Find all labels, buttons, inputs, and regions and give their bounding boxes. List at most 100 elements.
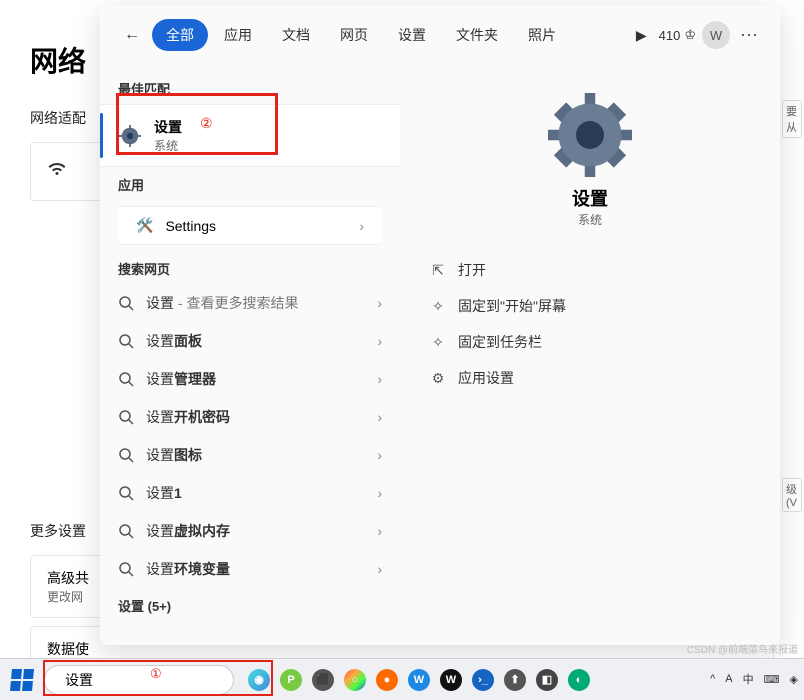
open-icon: ⇱ [430, 262, 446, 279]
search-icon [118, 409, 134, 425]
tab-docs[interactable]: 文档 [268, 19, 324, 51]
more-icon[interactable]: ⋯ [736, 25, 762, 46]
search-icon [118, 333, 134, 349]
action-label: 固定到任务栏 [458, 332, 542, 352]
action-label: 固定到"开始"屏幕 [458, 296, 566, 316]
action-app-settings[interactable]: ⚙应用设置 [420, 360, 760, 396]
play-icon[interactable]: ▶ [630, 23, 653, 48]
taskbar-search[interactable] [44, 665, 234, 695]
tab-settings[interactable]: 设置 [384, 19, 440, 51]
tab-photos[interactable]: 照片 [514, 19, 570, 51]
taskbar-app-icon[interactable]: ◧ [532, 665, 562, 695]
taskbar-app-icon[interactable]: P [276, 665, 306, 695]
app-name: Settings [165, 218, 216, 234]
web-item-text: 设置管理器 [146, 369, 216, 389]
fragment-text: 要从 [782, 100, 802, 138]
chevron-right-icon: › [377, 523, 382, 539]
tray-keyboard-icon[interactable]: ⌨ [764, 673, 780, 686]
action-open[interactable]: ⇱ 打开 [420, 252, 760, 288]
search-header: ← 全部 应用 文档 网页 设置 文件夹 照片 ▶ 410♔ W ⋯ [100, 5, 780, 65]
pin-icon: ✧ [430, 334, 446, 351]
action-pin-start[interactable]: ✧ 固定到"开始"屏幕 [420, 288, 760, 324]
best-match-item[interactable]: 设置 系统 [100, 104, 400, 167]
web-item-text: 设置虚拟内存 [146, 521, 230, 541]
detail-subtitle: 系统 [420, 211, 760, 228]
system-tray[interactable]: ^ A 中 ⌨ ◈ [710, 658, 798, 700]
start-search-popup: ← 全部 应用 文档 网页 设置 文件夹 照片 ▶ 410♔ W ⋯ 最佳匹配 … [100, 5, 780, 645]
chevron-right-icon: › [377, 371, 382, 387]
web-search-item[interactable]: 设置1 › [100, 474, 400, 512]
taskbar-app-icon[interactable]: ● [372, 665, 402, 695]
selection-indicator [100, 113, 103, 158]
tray-network-icon[interactable]: ◈ [790, 673, 798, 686]
points-value: 410 [659, 28, 681, 43]
search-icon [118, 561, 134, 577]
search-icon [118, 485, 134, 501]
tray-chevron-icon[interactable]: ^ [710, 673, 715, 685]
taskbar-app-icon[interactable]: W [436, 665, 466, 695]
search-input[interactable] [65, 672, 246, 688]
search-icon [118, 295, 134, 311]
search-results-left: 最佳匹配 设置 系统 应用 🛠️ Settings › 搜索网页 [100, 65, 400, 645]
tab-folders[interactable]: 文件夹 [442, 19, 512, 51]
tab-all[interactable]: 全部 [152, 19, 208, 51]
gear-icon-large [548, 93, 632, 177]
back-arrow-icon[interactable]: ← [118, 22, 146, 48]
web-item-text: 设置环境变量 [146, 559, 230, 579]
chevron-right-icon: › [359, 218, 364, 234]
taskbar-app-icon[interactable]: ◉ [244, 665, 274, 695]
fragment-text: 级(V [782, 478, 802, 512]
search-icon [118, 523, 134, 539]
tray-ime[interactable]: 中 [743, 671, 754, 687]
search-tabs: 全部 应用 文档 网页 设置 文件夹 照片 [152, 19, 624, 51]
tab-apps[interactable]: 应用 [210, 19, 266, 51]
taskbar-app-icon[interactable]: ◐ [564, 665, 594, 695]
web-item-text: 设置开机密码 [146, 407, 230, 427]
web-search-item[interactable]: 设置 - 查看更多搜索结果› [100, 284, 400, 322]
detail-title: 设置 [420, 185, 760, 211]
app-result-settings[interactable]: 🛠️ Settings › [118, 206, 382, 245]
chevron-right-icon: › [377, 333, 382, 349]
gear-icon: ⚙ [430, 370, 446, 387]
windows-logo-icon [10, 669, 34, 691]
web-item-text: 设置1 [146, 483, 182, 503]
web-search-item[interactable]: 设置环境变量 › [100, 550, 400, 588]
tab-web[interactable]: 网页 [326, 19, 382, 51]
tray-item[interactable]: A [725, 673, 732, 685]
gear-icon [118, 124, 142, 148]
web-item-text: 设置图标 [146, 445, 202, 465]
chevron-right-icon: › [377, 447, 382, 463]
avatar[interactable]: W [702, 21, 730, 49]
web-search-item[interactable]: 设置开机密码 › [100, 398, 400, 436]
best-match-subtitle: 系统 [154, 137, 182, 154]
taskbar-app-icon[interactable]: ⬛ [308, 665, 338, 695]
taskbar-apps: ◉ P ⬛ ○ ● W W ›_ ⬆ ◧ ◐ [244, 665, 594, 695]
taskbar-app-icon[interactable]: W [404, 665, 434, 695]
search-icon [118, 371, 134, 387]
chevron-right-icon: › [377, 561, 382, 577]
taskbar-app-icon[interactable]: ›_ [468, 665, 498, 695]
rewards-points[interactable]: 410♔ [659, 27, 696, 43]
best-match-title: 设置 [154, 117, 182, 137]
wifi-icon [47, 161, 67, 182]
taskbar-app-icon[interactable]: ⬆ [500, 665, 530, 695]
apps-label: 应用 [100, 167, 400, 200]
action-label: 打开 [458, 260, 486, 280]
pin-icon: ✧ [430, 298, 446, 315]
chevron-right-icon: › [377, 295, 382, 311]
action-pin-taskbar[interactable]: ✧ 固定到任务栏 [420, 324, 760, 360]
right-edge-fragments: 要从 级(V [782, 100, 802, 640]
taskbar-app-icon[interactable]: ○ [340, 665, 370, 695]
start-button[interactable] [6, 664, 38, 696]
web-search-item[interactable]: 设置管理器 › [100, 360, 400, 398]
web-search-item[interactable]: 设置面板 › [100, 322, 400, 360]
app-icon: 🛠️ [136, 217, 153, 234]
more-settings-label[interactable]: 设置 (5+) [100, 588, 400, 621]
rewards-icon: ♔ [684, 27, 696, 43]
chevron-right-icon: › [377, 409, 382, 425]
chevron-right-icon: › [377, 485, 382, 501]
web-search-item[interactable]: 设置图标 › [100, 436, 400, 474]
best-match-label: 最佳匹配 [100, 71, 400, 104]
web-item-text: 设置面板 [146, 331, 202, 351]
web-search-item[interactable]: 设置虚拟内存 › [100, 512, 400, 550]
